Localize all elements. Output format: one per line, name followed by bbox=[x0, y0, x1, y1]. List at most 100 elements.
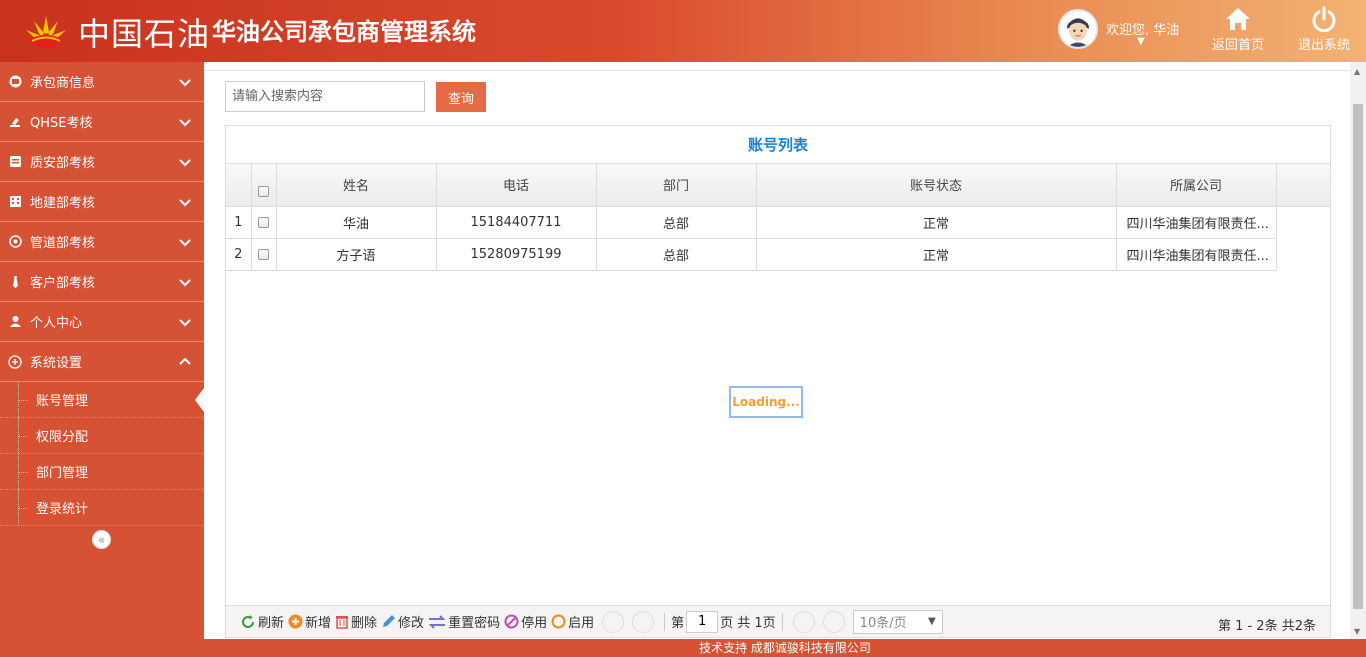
sidebar-item-safety[interactable]: 质安部考核 bbox=[0, 142, 204, 182]
caret-down-icon[interactable]: ▼ bbox=[1137, 36, 1145, 47]
grid-title: 账号列表 bbox=[226, 126, 1330, 164]
cell-name: 方子语 bbox=[276, 238, 437, 271]
account-table: 姓名 电话 部门 账号状态 所属公司 1 华油 15184407711 总部 正… bbox=[226, 164, 1330, 271]
select-all-header bbox=[251, 164, 277, 207]
row-checkbox[interactable] bbox=[258, 248, 269, 260]
first-page-button[interactable] bbox=[602, 610, 625, 633]
exit-button[interactable]: 退出系统 bbox=[1294, 6, 1354, 58]
sub-item-label: 登录统计 bbox=[36, 502, 89, 517]
tie-icon bbox=[8, 275, 22, 289]
cell-phone: 15184407711 bbox=[436, 206, 597, 239]
column-header-status[interactable]: 账号状态 bbox=[756, 164, 1117, 207]
delete-button[interactable]: 删除 bbox=[335, 612, 377, 631]
chevron-down-icon bbox=[179, 159, 191, 167]
add-icon bbox=[288, 614, 303, 629]
reset-password-button[interactable]: 重置密码 bbox=[428, 612, 500, 631]
sidebar-item-label: 地建部考核 bbox=[30, 196, 96, 211]
home-label: 返回首页 bbox=[1211, 38, 1264, 53]
page-suffix: 页 共 1页 bbox=[720, 616, 776, 631]
sidebar-item-construction[interactable]: 地建部考核 bbox=[0, 182, 204, 222]
sub-item-label: 账号管理 bbox=[36, 394, 89, 409]
sidebar-item-personal[interactable]: 个人中心 bbox=[0, 302, 204, 342]
divider bbox=[204, 70, 1350, 71]
chevron-up-icon bbox=[179, 357, 191, 365]
cell-dept: 总部 bbox=[596, 206, 757, 239]
prev-page-button[interactable] bbox=[632, 610, 655, 633]
edit-button[interactable]: 修改 bbox=[381, 612, 424, 631]
chevron-down-icon bbox=[179, 279, 191, 287]
column-header-phone[interactable]: 电话 bbox=[436, 164, 597, 207]
sub-item-department[interactable]: 部门管理 bbox=[0, 454, 204, 490]
cell-phone: 15280975199 bbox=[436, 238, 597, 271]
pager-info: 第 1 - 2条 共2条 bbox=[1217, 619, 1316, 634]
active-indicator bbox=[195, 388, 204, 412]
enable-button[interactable]: 启用 bbox=[551, 612, 594, 631]
row-filler bbox=[1276, 206, 1330, 238]
chevron-down-icon bbox=[179, 79, 191, 87]
brand-name: 中国石油 bbox=[78, 15, 211, 53]
sidebar-item-qhse[interactable]: QHSE考核 bbox=[0, 102, 204, 142]
page-size-select[interactable]: 10条/页 ▼ bbox=[852, 609, 943, 634]
system-title: 华油公司承包商管理系统 bbox=[212, 18, 476, 46]
document-icon bbox=[8, 155, 22, 169]
power-icon bbox=[1312, 6, 1336, 32]
collapse-sidebar-icon[interactable]: « bbox=[92, 530, 111, 549]
column-header-name[interactable]: 姓名 bbox=[276, 164, 437, 207]
disable-button[interactable]: 停用 bbox=[504, 612, 547, 631]
cell-name: 华油 bbox=[276, 206, 437, 239]
home-icon bbox=[1226, 8, 1250, 30]
scrollbar[interactable]: ▲ ▼ bbox=[1350, 62, 1366, 639]
search-input[interactable] bbox=[225, 81, 425, 112]
header-filler bbox=[1276, 164, 1330, 207]
cell-dept: 总部 bbox=[596, 238, 757, 271]
table-row[interactable]: 2 方子语 15280975199 总部 正常 四川华油集团有限责任... bbox=[226, 238, 1330, 271]
scroll-thumb[interactable] bbox=[1353, 104, 1363, 609]
pager-toolbar: 刷新 新增 删除 修改 重置密码 停用 启用 第 1 页 共 1页 10条/页 … bbox=[226, 605, 1330, 637]
sidebar-item-customer[interactable]: 客户部考核 bbox=[0, 262, 204, 302]
row-checkbox[interactable] bbox=[258, 216, 269, 228]
sidebar-item-settings[interactable]: 系统设置 bbox=[0, 342, 204, 382]
sidebar-item-contractor-info[interactable]: 承包商信息 bbox=[0, 62, 204, 102]
pencil-icon bbox=[383, 615, 396, 627]
last-page-button[interactable] bbox=[822, 610, 845, 633]
cell-company: 四川华油集团有限责任... bbox=[1116, 206, 1277, 239]
sub-item-permission[interactable]: 权限分配 bbox=[0, 418, 204, 454]
row-checkbox-cell bbox=[251, 206, 277, 239]
scroll-down-icon[interactable]: ▼ bbox=[1354, 627, 1360, 636]
circle-icon bbox=[551, 614, 566, 629]
table-row[interactable]: 1 华油 15184407711 总部 正常 四川华油集团有限责任... bbox=[226, 206, 1330, 239]
search-button[interactable]: 查询 bbox=[436, 82, 486, 112]
refresh-button[interactable]: 刷新 bbox=[240, 612, 284, 631]
card-icon bbox=[8, 75, 22, 89]
add-label: 新增 bbox=[305, 616, 332, 631]
main-content: 查询 账号列表 姓名 电话 部门 账号状态 所属公司 1 bbox=[204, 62, 1366, 657]
page-prefix: 第 bbox=[671, 616, 685, 631]
scroll-up-icon[interactable]: ▲ bbox=[1354, 67, 1360, 76]
table-header-row: 姓名 电话 部门 账号状态 所属公司 bbox=[226, 164, 1330, 207]
cell-company: 四川华油集团有限责任... bbox=[1116, 238, 1277, 271]
next-page-button[interactable] bbox=[792, 610, 815, 633]
column-header-dept[interactable]: 部门 bbox=[596, 164, 757, 207]
sidebar-item-pipeline[interactable]: 管道部考核 bbox=[0, 222, 204, 262]
building-icon bbox=[8, 195, 22, 209]
sidebar-item-label: 系统设置 bbox=[30, 356, 83, 371]
sidebar-item-label: 客户部考核 bbox=[30, 276, 96, 291]
home-button[interactable]: 返回首页 bbox=[1208, 6, 1268, 58]
page-number-input[interactable] bbox=[686, 610, 719, 633]
divider bbox=[664, 612, 666, 631]
add-button[interactable]: 新增 bbox=[288, 612, 331, 631]
enable-label: 启用 bbox=[568, 616, 595, 631]
sub-item-login-stats[interactable]: 登录统计 bbox=[0, 490, 204, 526]
disable-label: 停用 bbox=[521, 616, 548, 631]
footer: 技术支持 成都诚骏科技有限公司 bbox=[204, 639, 1366, 657]
swap-icon bbox=[428, 614, 446, 629]
sub-item-account-management[interactable]: 账号管理 bbox=[0, 382, 204, 418]
avatar[interactable] bbox=[1058, 9, 1098, 49]
select-all-checkbox[interactable] bbox=[258, 186, 269, 198]
row-number-header bbox=[226, 164, 252, 207]
reset-password-label: 重置密码 bbox=[448, 616, 501, 631]
column-header-company[interactable]: 所属公司 bbox=[1116, 164, 1277, 207]
chevron-down-icon bbox=[179, 239, 191, 247]
plus-circle-icon bbox=[8, 354, 22, 369]
sidebar-item-label: 质安部考核 bbox=[30, 156, 96, 171]
